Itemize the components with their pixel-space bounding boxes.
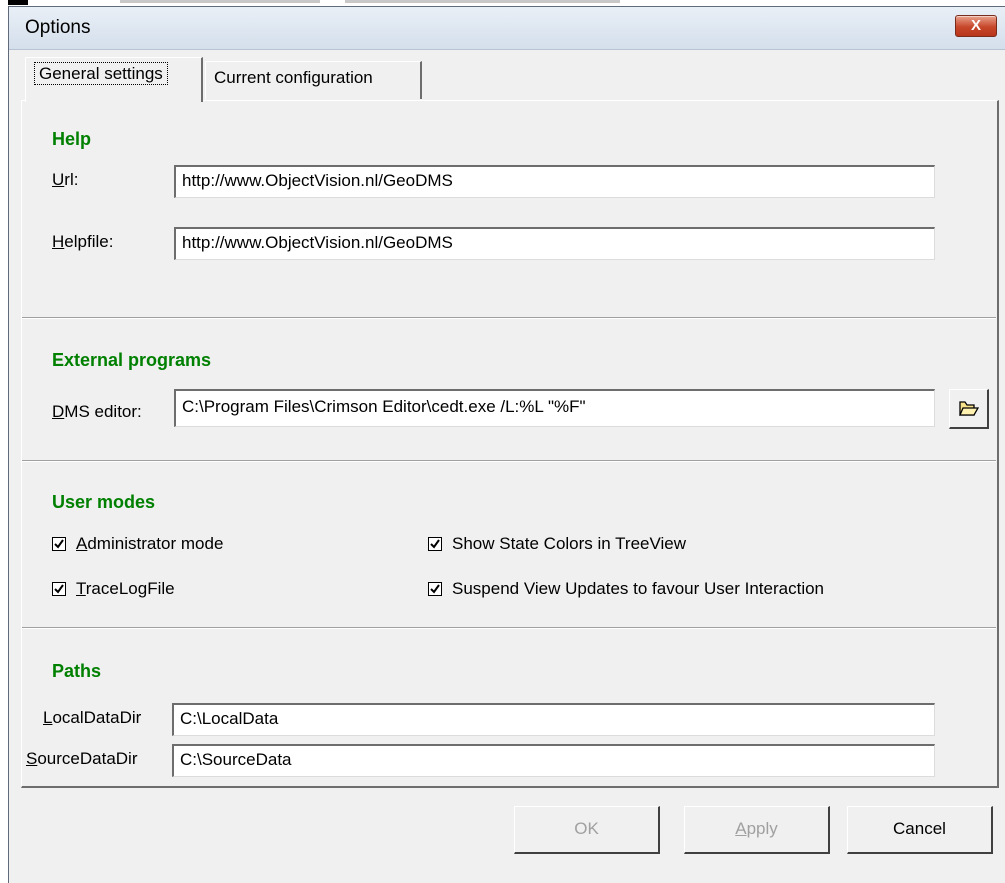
url-label: Url: <box>52 170 79 189</box>
tab-current-configuration[interactable]: Current configuration <box>205 61 422 99</box>
trace-log-file-checkbox[interactable]: TraceLogFile <box>52 579 175 599</box>
window-title: Options <box>25 17 91 38</box>
tab-label: Current configuration <box>214 68 373 87</box>
checkmark-icon <box>54 539 64 549</box>
dms-editor-label: DMS editor: <box>52 402 142 421</box>
options-dialog: Options X General settings Current confi… <box>8 6 1005 883</box>
close-icon: X <box>970 17 981 34</box>
checkbox-label: Suspend View Updates to favour User Inte… <box>452 579 825 598</box>
paths-heading: Paths <box>52 661 102 681</box>
user-modes-heading: User modes <box>52 492 156 512</box>
background-text-fragment <box>120 0 620 3</box>
url-field[interactable]: http://www.ObjectVision.nl/GeoDMS <box>174 165 935 198</box>
local-data-dir-field[interactable]: C:\LocalData <box>172 703 935 736</box>
source-data-dir-label: SourceDataDir <box>26 749 138 768</box>
checkbox-label: Administrator mode <box>76 534 224 553</box>
show-state-colors-checkbox[interactable]: Show State Colors in TreeView <box>428 534 686 554</box>
section-divider <box>22 627 996 629</box>
checkbox-box[interactable] <box>52 537 66 551</box>
tab-general-settings[interactable]: General settings <box>25 57 203 102</box>
checkmark-icon <box>54 584 64 594</box>
help-heading: Help <box>52 129 92 149</box>
close-button[interactable]: X <box>955 15 997 37</box>
local-data-dir-label: LocalDataDir <box>43 708 142 727</box>
checkbox-label: TraceLogFile <box>76 579 175 598</box>
source-data-dir-field[interactable]: C:\SourceData <box>172 744 935 777</box>
background-fragment <box>8 0 28 5</box>
administrator-mode-checkbox[interactable]: Administrator mode <box>52 534 223 554</box>
helpfile-field[interactable]: http://www.ObjectVision.nl/GeoDMS <box>174 227 935 260</box>
browse-editor-button[interactable] <box>949 389 989 429</box>
tab-label: General settings <box>34 62 168 85</box>
checkbox-box[interactable] <box>428 537 442 551</box>
checkbox-box[interactable] <box>428 582 442 596</box>
dms-editor-field[interactable]: C:\Program Files\Crimson Editor\cedt.exe… <box>174 389 935 427</box>
general-settings-panel: Help Url: http://www.ObjectVision.nl/Geo… <box>21 100 999 788</box>
suspend-view-updates-checkbox[interactable]: Suspend View Updates to favour User Inte… <box>428 579 824 599</box>
apply-button[interactable]: Apply <box>684 806 830 854</box>
title-bar[interactable]: Options X <box>9 7 1005 50</box>
checkmark-icon <box>430 539 440 549</box>
external-programs-heading: External programs <box>52 350 212 370</box>
checkbox-box[interactable] <box>52 582 66 596</box>
cancel-button[interactable]: Cancel <box>847 806 993 854</box>
folder-open-icon <box>959 401 979 416</box>
checkmark-icon <box>430 584 440 594</box>
section-divider <box>22 460 996 462</box>
ok-button[interactable]: OK <box>514 806 660 854</box>
helpfile-label: Helpfile: <box>52 232 114 251</box>
section-divider <box>22 317 996 319</box>
checkbox-label: Show State Colors in TreeView <box>452 534 687 553</box>
